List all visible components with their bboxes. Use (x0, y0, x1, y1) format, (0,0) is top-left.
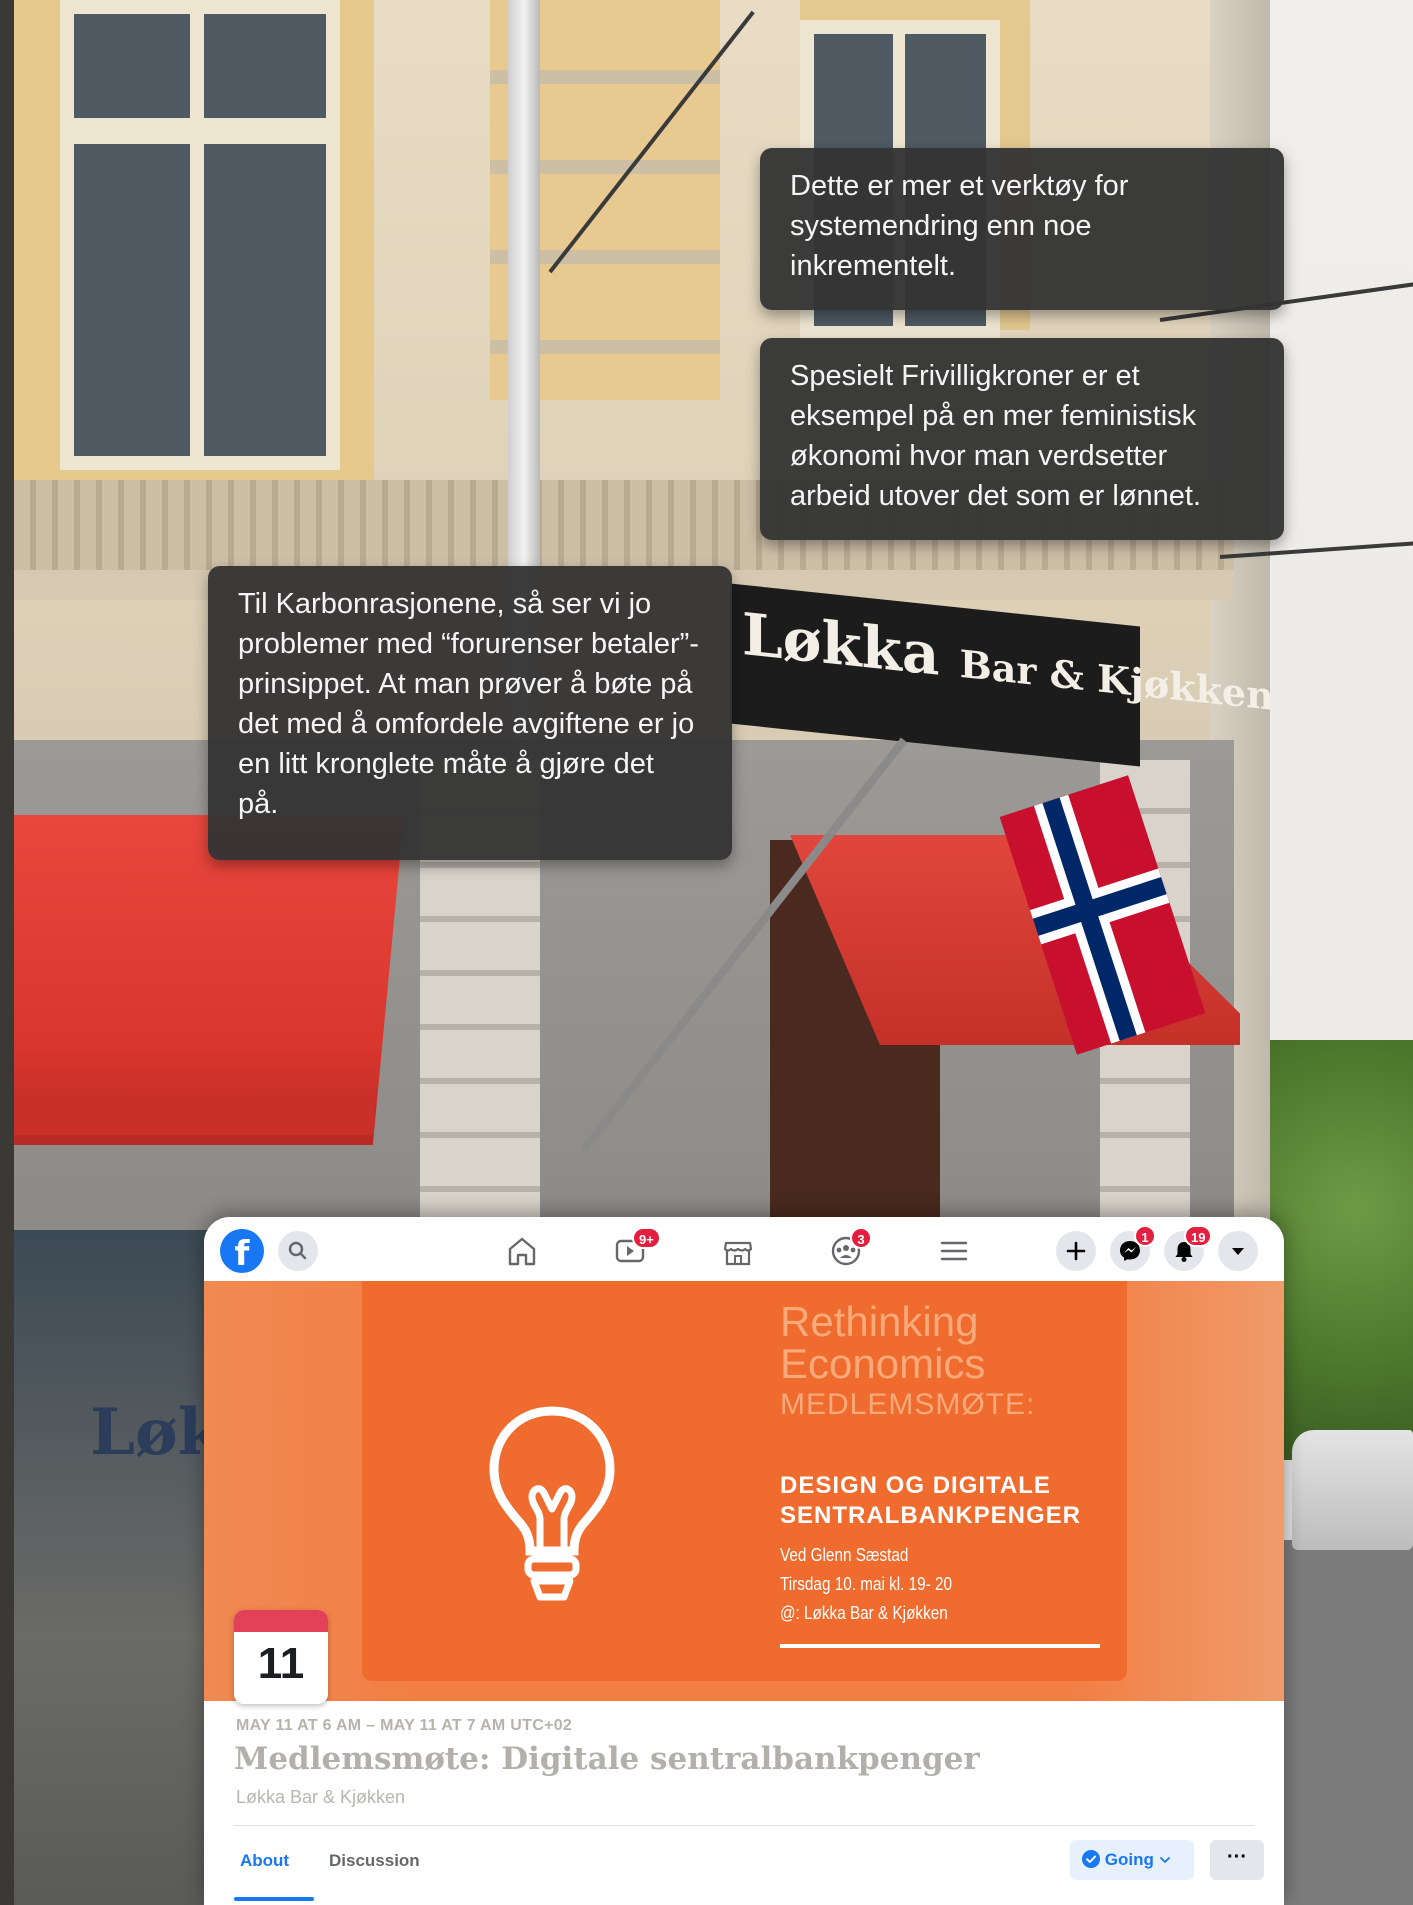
home-icon (508, 1237, 536, 1266)
lightbulb-icon (489, 1406, 615, 1601)
event-date-tile: 11 (234, 1610, 328, 1704)
groups-tab[interactable]: 3 (826, 1227, 872, 1269)
account-menu-button[interactable] (1218, 1231, 1258, 1271)
event-datetime: MAY 11 AT 6 AM – MAY 11 AT 7 AM UTC+02 (236, 1717, 573, 1734)
speech-bubble-text: Til Karbonrasjonene, så ser vi jo proble… (238, 588, 699, 820)
more-options-button[interactable]: ··· (1210, 1840, 1264, 1880)
trees (1270, 1040, 1413, 1460)
facebook-top-bar: f 9+ 3 1 19 (204, 1217, 1284, 1282)
speech-bubble: Dette er mer et verktøy for systemendrin… (760, 148, 1284, 310)
marketplace-icon (723, 1241, 753, 1266)
going-button[interactable]: Going (1070, 1840, 1194, 1880)
facebook-event-card: f 9+ 3 1 19 Rethinking Economics MEDLEMS… (204, 1217, 1284, 1905)
menu-icon (940, 1241, 968, 1261)
messenger-button[interactable]: 1 (1110, 1225, 1156, 1271)
notifications-badge: 19 (1184, 1225, 1213, 1247)
create-button[interactable] (1056, 1231, 1096, 1271)
speech-bubble: Spesielt Frivilligkroner er et eksempel … (760, 338, 1284, 540)
groups-badge: 3 (850, 1227, 872, 1249)
menu-tab[interactable] (934, 1233, 974, 1269)
home-tab[interactable] (502, 1233, 542, 1269)
plus-icon (1066, 1241, 1086, 1261)
messenger-badge: 1 (1134, 1225, 1156, 1247)
search-icon (288, 1241, 307, 1260)
poster-details: Ved Glenn Sæstad Tirsdag 10. mai kl. 19-… (780, 1545, 953, 1623)
shop-sign-left: Løk (90, 1395, 223, 1470)
event-location[interactable]: Løkka Bar & Kjøkken (236, 1787, 405, 1808)
watch-tab[interactable]: 9+ (610, 1227, 661, 1269)
speech-bubble: Til Karbonrasjonene, så ser vi jo proble… (208, 566, 732, 860)
speech-bubble-text: Dette er mer et verktøy for systemendrin… (790, 170, 1129, 282)
tab-about[interactable]: About (240, 1851, 289, 1871)
event-poster: Rethinking Economics MEDLEMSMØTE: DESIGN… (362, 1281, 1127, 1681)
caret-down-icon (1232, 1248, 1244, 1255)
watch-badge: 9+ (632, 1227, 661, 1249)
facebook-logo-icon[interactable]: f (220, 1229, 264, 1273)
poster-subtitle: MEDLEMSMØTE: (780, 1388, 1036, 1421)
marketplace-tab[interactable] (718, 1233, 758, 1269)
search-button[interactable] (278, 1231, 318, 1271)
poster-headline: DESIGN OG DIGITALE SENTRALBANKPENGER (780, 1472, 1082, 1529)
event-day: 11 (257, 1639, 305, 1688)
white-van (1292, 1430, 1413, 1550)
check-circle-icon (1082, 1850, 1100, 1868)
shop-window-left (14, 1230, 214, 1905)
going-label: Going (1104, 1850, 1154, 1869)
event-title: Medlemsmøte: Digitale sentralbankpenger (234, 1741, 980, 1777)
window-transom (60, 118, 340, 144)
poster-rule (780, 1644, 1100, 1648)
event-cover: Rethinking Economics MEDLEMSMØTE: DESIGN… (204, 1281, 1284, 1701)
window-mullion (190, 0, 204, 470)
speech-bubble-text: Spesielt Frivilligkroner er et eksempel … (790, 360, 1202, 512)
poster-title: Rethinking Economics (780, 1298, 986, 1387)
photo-frame-edge (0, 0, 14, 1905)
red-awning-valance (14, 1095, 374, 1135)
tab-active-indicator (234, 1897, 314, 1901)
tab-discussion[interactable]: Discussion (329, 1851, 420, 1871)
chevron-down-icon (1159, 1857, 1170, 1864)
divider (234, 1825, 1254, 1826)
notifications-button[interactable]: 19 (1164, 1225, 1213, 1271)
